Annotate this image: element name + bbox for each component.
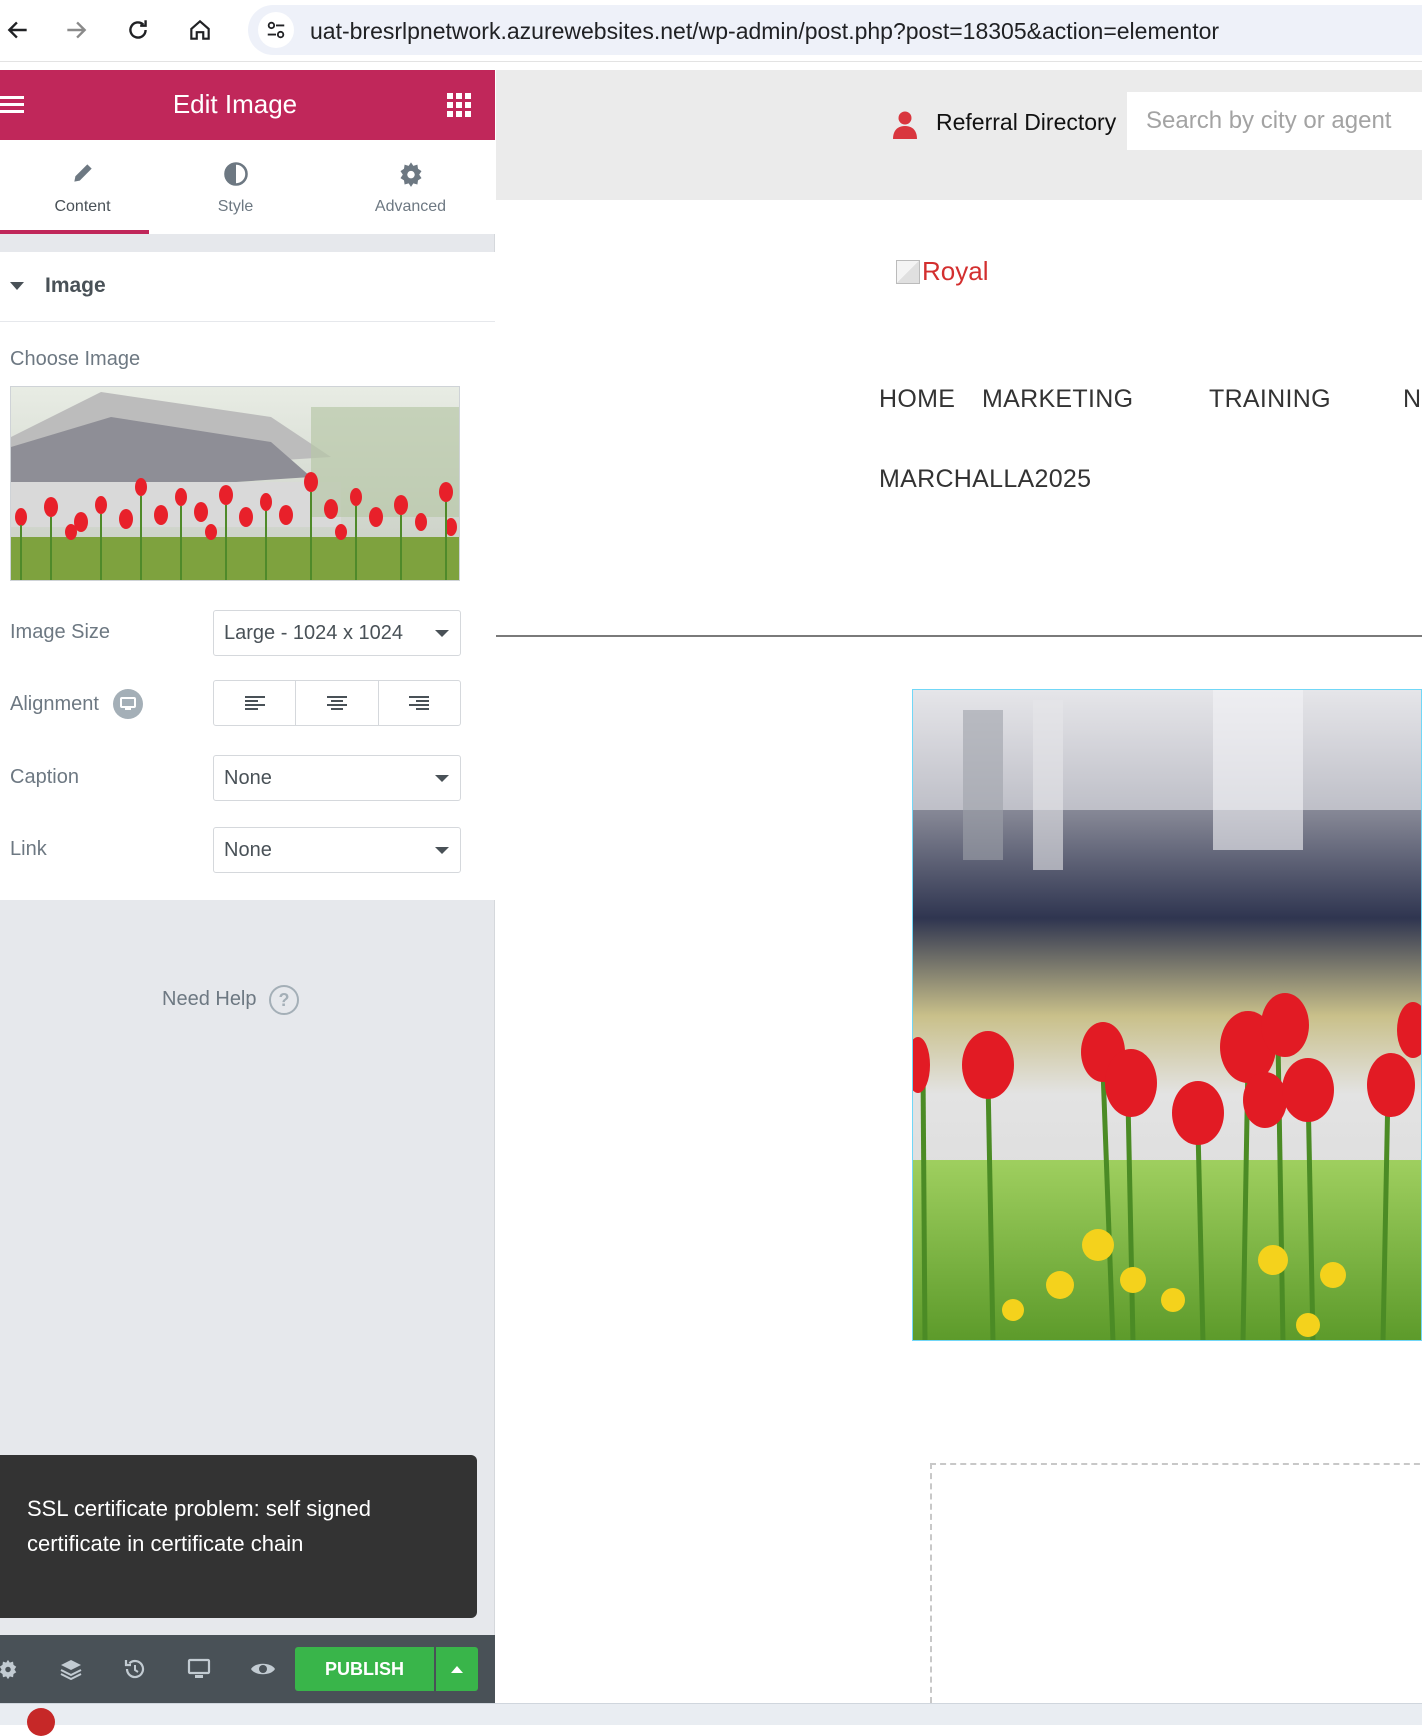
home-icon[interactable] [182, 12, 218, 48]
active-tab-indicator [0, 230, 149, 234]
tab-content[interactable]: Content [0, 140, 165, 234]
choose-image-thumbnail[interactable] [10, 386, 460, 581]
reload-icon[interactable] [120, 12, 156, 48]
address-bar[interactable]: uat-bresrlpnetwork.azurewebsites.net/wp-… [248, 5, 1422, 55]
browser-toolbar: uat-bresrlpnetwork.azurewebsites.net/wp-… [0, 0, 1422, 62]
image-size-select[interactable]: Large - 1024 x 1024 [213, 610, 461, 656]
pencil-icon [0, 160, 165, 188]
nav-training[interactable]: TRAINING [1209, 385, 1331, 414]
gear-icon [328, 160, 493, 188]
broken-image-icon [896, 259, 920, 284]
caption-label: Caption [10, 766, 79, 788]
link-label: Link [10, 838, 47, 860]
referral-directory-link[interactable]: Referral Directory [936, 109, 1116, 136]
layers-icon[interactable] [57, 1655, 85, 1683]
monitor-icon[interactable] [185, 1655, 213, 1683]
panel-title: Edit Image [172, 89, 298, 119]
alignment-label: Alignment [10, 693, 99, 715]
chevron-up-icon [451, 1666, 463, 1673]
eye-icon[interactable] [249, 1655, 277, 1683]
monitor-icon[interactable] [113, 689, 143, 719]
tab-advanced-label: Advanced [374, 198, 447, 215]
site-info-icon[interactable] [258, 12, 294, 48]
forward-arrow-icon[interactable] [58, 12, 94, 48]
caret-down-icon [10, 282, 24, 292]
tab-style-label: Style [217, 198, 254, 215]
link-value: None [224, 839, 272, 861]
nav-marketing[interactable]: MARKETING [982, 385, 1133, 414]
url-text[interactable]: uat-bresrlpnetwork.azurewebsites.net/wp-… [310, 18, 1219, 45]
panel-footer: PUBLISH [0, 1635, 495, 1703]
caret-down-icon [435, 630, 449, 638]
site-logo[interactable]: Royal [896, 256, 988, 287]
tab-advanced[interactable]: Advanced [328, 140, 493, 234]
image-size-value: Large - 1024 x 1024 [224, 622, 404, 644]
site-topbar: Referral Directory [496, 70, 1422, 200]
image-size-label: Image Size [10, 621, 111, 643]
panel-header: Edit Image [0, 70, 495, 140]
logo-alt-text: Royal [922, 256, 989, 286]
back-arrow-icon[interactable] [0, 12, 36, 48]
user-icon [892, 110, 918, 140]
empty-drop-zone[interactable] [930, 1463, 1422, 1703]
align-left-button[interactable] [214, 681, 297, 725]
apps-grid-icon[interactable] [446, 92, 474, 120]
section-title: Image [45, 274, 106, 297]
selected-image-widget[interactable] [912, 689, 1422, 1341]
tab-content-label: Content [54, 198, 111, 215]
image-section-header[interactable]: Image [0, 252, 495, 322]
bottom-status-strip [0, 1703, 1422, 1736]
publish-options-button[interactable] [436, 1647, 478, 1691]
need-help-link[interactable]: Need Help [162, 988, 257, 1011]
gear-icon[interactable] [0, 1655, 22, 1683]
tab-style[interactable]: Style [153, 140, 318, 234]
panel-tabs: Content Style Advanced [0, 140, 495, 234]
search-input[interactable] [1127, 92, 1422, 150]
caret-down-icon [435, 775, 449, 783]
caret-down-icon [435, 847, 449, 855]
alignment-control [213, 680, 461, 726]
align-right-button[interactable] [379, 681, 460, 725]
history-icon[interactable] [121, 1655, 149, 1683]
caption-select[interactable]: None [213, 755, 461, 801]
page-preview: Referral Directory Royal HOME MARKETING … [496, 70, 1422, 1703]
caption-value: None [224, 767, 272, 789]
align-center-button[interactable] [296, 681, 379, 725]
link-select[interactable]: None [213, 827, 461, 873]
half-circle-icon [153, 160, 318, 188]
choose-image-label: Choose Image [10, 348, 141, 370]
publish-button[interactable]: PUBLISH [295, 1647, 434, 1691]
nav-marchalla2025[interactable]: MARCHALLA2025 [879, 465, 1091, 494]
header-divider [496, 635, 1422, 637]
toast-message: SSL certificate problem: self signed cer… [27, 1496, 372, 1556]
nav-home[interactable]: HOME [879, 385, 955, 414]
notification-badge[interactable] [27, 1708, 55, 1736]
error-toast: SSL certificate problem: self signed cer… [0, 1455, 477, 1618]
nav-truncated[interactable]: N [1403, 385, 1421, 414]
help-circle-icon[interactable]: ? [269, 985, 299, 1015]
editor-panel: Edit Image Content Style Advanced Image … [0, 70, 495, 1703]
